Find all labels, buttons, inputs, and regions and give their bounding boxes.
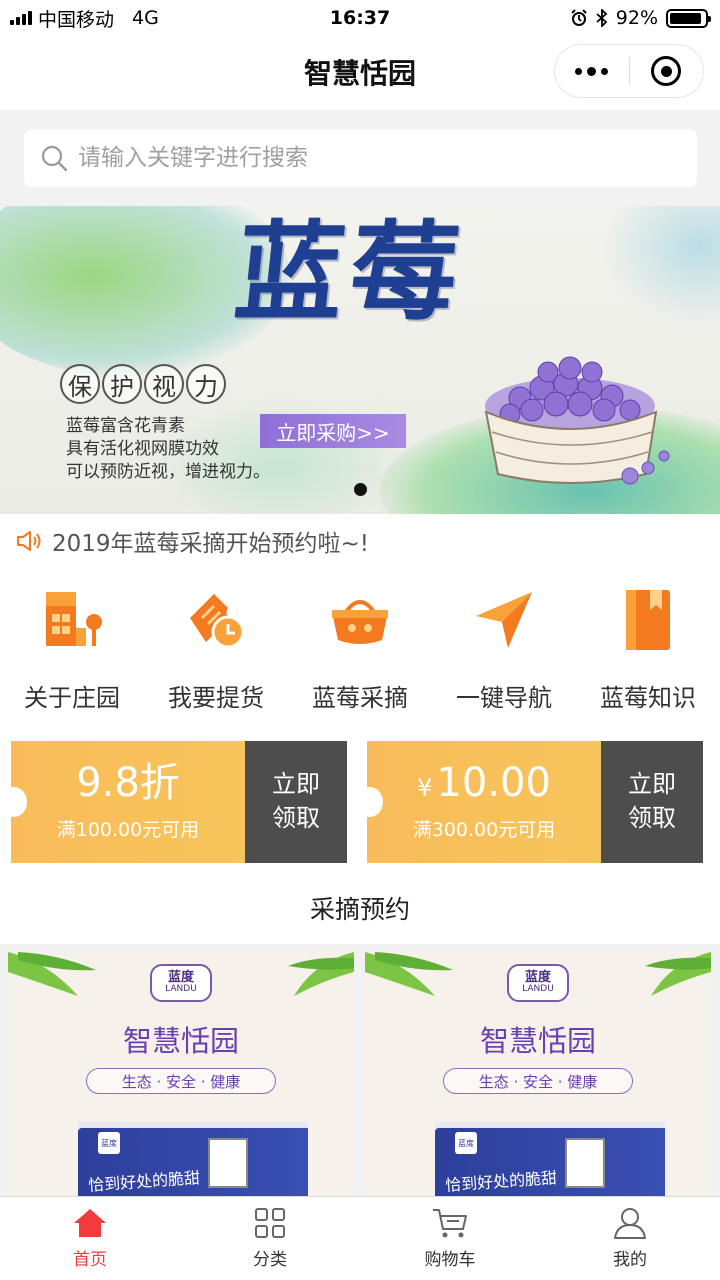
menu-label: 蓝莓知识: [600, 684, 696, 712]
quick-menu: 关于庄园 我要提货 蓝莓采摘 一键导航 蓝莓知识: [0, 578, 720, 718]
coupon-main: 9.8折 满100.00元可用: [1, 741, 245, 863]
coupon-value: ¥10.00: [417, 759, 551, 806]
banner-line: 具有活化视网膜功效: [66, 439, 219, 459]
tab-mine[interactable]: 我的: [540, 1197, 720, 1280]
banner-title: 蓝莓: [229, 210, 471, 336]
home-icon: [74, 1209, 106, 1237]
product-tagline: 生态 · 安全 · 健康: [86, 1068, 276, 1094]
product-card[interactable]: 蓝度 LANDU 智慧恬园 生态 · 安全 · 健康 蓝度 恰到好处的脆甜: [365, 952, 711, 1202]
banner-line: 蓝莓富含花青素: [66, 416, 185, 436]
speaker-icon: [17, 531, 41, 551]
network-label: 4G: [132, 7, 159, 29]
status-left: 中国移动 4G: [0, 5, 159, 32]
tab-category[interactable]: 分类: [180, 1197, 360, 1280]
leaf-decoration: [365, 952, 453, 996]
search-area: [0, 110, 720, 206]
menu-label: 关于庄园: [24, 684, 120, 712]
tab-label: 分类: [253, 1250, 287, 1270]
menu-label: 蓝莓采摘: [312, 684, 408, 712]
menu-item-pickup[interactable]: 我要提货: [144, 578, 288, 718]
claim-coupon-button[interactable]: 立即 领取: [601, 741, 703, 863]
target-icon: [651, 56, 682, 86]
banner-badge-char: 护: [102, 364, 142, 404]
banner-line: 可以预防近视，增进视力。: [66, 462, 270, 482]
claim-coupon-button[interactable]: 立即 领取: [245, 741, 347, 863]
carousel-indicator[interactable]: [354, 483, 367, 496]
ticket-clock-icon: [190, 594, 245, 649]
grid-icon: [255, 1208, 285, 1238]
menu-item-about[interactable]: 关于庄园: [0, 578, 144, 718]
product-box-image: 蓝度 恰到好处的脆甜: [78, 1128, 308, 1202]
battery-percent: 92%: [615, 7, 658, 29]
coupon-condition: 满300.00元可用: [412, 818, 556, 841]
tab-home[interactable]: 首页: [0, 1197, 180, 1280]
product-card[interactable]: 蓝度 LANDU 智慧恬园 生态 · 安全 · 健康 蓝度 恰到好处的脆甜: [8, 952, 354, 1202]
search-box[interactable]: [24, 129, 697, 187]
tab-cart[interactable]: 购物车: [360, 1197, 540, 1280]
leaf-decoration: [8, 952, 96, 996]
carrier-label: 中国移动: [38, 8, 115, 31]
alarm-icon: [571, 9, 587, 26]
section-title: 采摘预约: [309, 895, 410, 924]
banner[interactable]: 蓝莓 保 护 视 力 蓝莓富含花青素 具有活化视网膜功效 可以预防近视，增进视力…: [0, 206, 720, 514]
product-box-image: 蓝度 恰到好处的脆甜: [435, 1128, 665, 1202]
banner-badge-char: 保: [60, 364, 100, 404]
basket-icon: [332, 600, 388, 644]
status-right: 92%: [570, 0, 711, 36]
blueberry-basket-illustration: [484, 356, 670, 485]
user-icon: [614, 1208, 646, 1239]
battery-icon: [666, 8, 711, 28]
coupon-main: ¥10.00 满300.00元可用: [357, 741, 601, 863]
menu-item-knowledge[interactable]: 蓝莓知识: [576, 578, 720, 718]
product-title: 智慧恬园: [479, 1024, 596, 1058]
more-dots-icon: [575, 66, 609, 76]
notice-bar[interactable]: 2019年蓝莓采摘开始预约啦~!: [0, 516, 720, 566]
tab-bar: 首页 分类 购物车 我的: [0, 1196, 720, 1280]
brand-logo: 蓝度 LANDU: [507, 964, 569, 1002]
menu-item-navigation[interactable]: 一键导航: [432, 578, 576, 718]
navigation-arrow-icon: [476, 592, 532, 648]
more-button[interactable]: [555, 45, 629, 97]
product-title: 智慧恬园: [122, 1024, 239, 1058]
tab-label: 购物车: [424, 1250, 476, 1270]
banner-buy-button[interactable]: 立即采购>>: [260, 414, 406, 448]
search-input[interactable]: [78, 145, 678, 171]
building-icon: [46, 592, 102, 646]
menu-label: 一键导航: [456, 684, 552, 712]
close-miniprogram-button[interactable]: [630, 45, 704, 97]
brand-logo: 蓝度 LANDU: [150, 964, 212, 1002]
status-bar: 中国移动 4G 16:37 92%: [0, 0, 720, 36]
tab-label: 我的: [613, 1250, 647, 1270]
coupon-card: ¥10.00 满300.00元可用 立即 领取: [357, 741, 703, 863]
banner-badge-char: 力: [186, 364, 226, 404]
currency-symbol: ¥: [417, 773, 433, 802]
coupon-card: 9.8折 满100.00元可用 立即 领取: [1, 741, 347, 863]
nav-bar: 智慧恬园: [0, 36, 720, 110]
cart-icon: [433, 1209, 467, 1238]
leaf-decoration: [645, 952, 711, 996]
search-icon: [41, 145, 68, 172]
coupon-condition: 满100.00元可用: [56, 818, 200, 841]
notice-text: 2019年蓝莓采摘开始预约啦~!: [52, 531, 370, 557]
book-icon: [626, 590, 670, 650]
banner-badge: 保 护 视 力: [60, 364, 226, 404]
battery-fill: [670, 12, 702, 24]
miniprogram-capsule: [554, 44, 704, 98]
leaf-decoration: [288, 952, 354, 996]
menu-label: 我要提货: [168, 684, 264, 712]
bluetooth-icon: [596, 9, 608, 27]
product-tagline: 生态 · 安全 · 健康: [443, 1068, 633, 1094]
menu-item-picking[interactable]: 蓝莓采摘: [288, 578, 432, 718]
banner-badge-char: 视: [144, 364, 184, 404]
signal-icon: [10, 11, 32, 25]
product-grid: 蓝度 LANDU 智慧恬园 生态 · 安全 · 健康 蓝度 恰到好处的脆甜 蓝度…: [0, 944, 720, 1202]
tab-label: 首页: [73, 1250, 107, 1270]
coupon-value: 9.8折: [76, 759, 180, 806]
